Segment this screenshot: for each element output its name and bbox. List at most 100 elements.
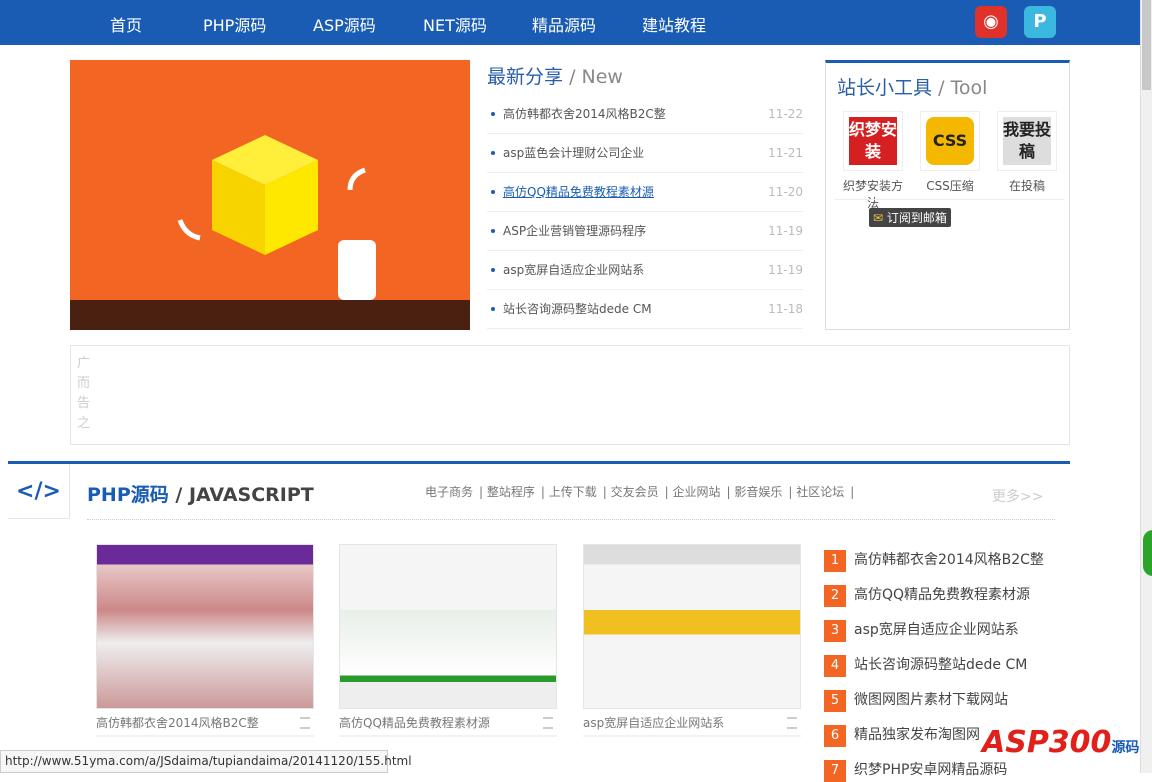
item-title[interactable]: asp宽屏自适应企业网站系 — [503, 251, 644, 290]
list-item[interactable]: ASP企业营销管理源码程序 11-19 — [487, 212, 803, 251]
css-icon: CSS — [926, 117, 974, 165]
item-title[interactable]: 高仿韩都衣舍2014风格B2C整 — [503, 95, 666, 134]
rank-number: 1 — [824, 550, 846, 572]
item-date: 11-21 — [768, 146, 803, 160]
rank-item[interactable]: 7 织梦PHP安卓网精品源码 — [824, 759, 1007, 782]
p-share-icon[interactable]: P — [1024, 6, 1056, 38]
rank-number: 3 — [824, 620, 846, 642]
thumb-card[interactable]: 高仿韩都衣舍2014风格B2C整 — [96, 544, 314, 737]
mail-icon: ✉ — [873, 211, 884, 225]
rank-number: 4 — [824, 655, 846, 677]
thumb-card[interactable]: asp宽屏自适应企业网站系 — [583, 544, 801, 737]
rank-item[interactable]: 4 站长咨询源码整站dede CM — [824, 654, 1027, 677]
thumb-caption[interactable]: 高仿韩都衣舍2014风格B2C整 — [96, 716, 259, 730]
nav-php[interactable]: PHP源码 — [203, 12, 266, 36]
list-item[interactable]: 高仿QQ精品免费教程素材源 11-20 — [487, 173, 803, 212]
section-title[interactable]: PHP源码 / JAVASCRIPT — [87, 480, 314, 507]
nav-premium[interactable]: 精品源码 — [532, 12, 596, 36]
top-nav: 首页 PHP源码 ASP源码 NET源码 精品源码 建站教程 ◉ P — [0, 0, 1140, 45]
nav-home[interactable]: 首页 — [110, 12, 142, 36]
logo-sub: 源码 — [1111, 740, 1140, 756]
title-cn: 站长小工具 — [837, 77, 933, 99]
more-link[interactable]: 更多>> — [992, 486, 1043, 506]
logo-text: ASP300 — [982, 725, 1112, 760]
rank-title[interactable]: 精品独家发布淘图网 — [854, 727, 980, 743]
ad-text: 广而告之 — [77, 356, 91, 431]
thumb-image[interactable] — [583, 544, 801, 709]
tag-link[interactable]: 影音娱乐 — [734, 485, 782, 499]
item-title[interactable]: asp蓝色会计理财公司企业 — [503, 134, 644, 173]
thumb-card[interactable]: 高仿QQ精品免费教程素材源 — [339, 544, 557, 737]
rank-item[interactable]: 1 高仿韩都衣舍2014风格B2C整 — [824, 549, 1044, 572]
rank-title[interactable]: 站长咨询源码整站dede CM — [854, 657, 1027, 673]
rank-number: 6 — [824, 725, 846, 747]
tag-link[interactable]: 上传下载 — [549, 485, 597, 499]
list-icon — [300, 717, 310, 729]
tag-link[interactable]: 企业网站 — [673, 485, 721, 499]
rank-title[interactable]: 高仿韩都衣舍2014风格B2C整 — [854, 552, 1044, 568]
nav-net[interactable]: NET源码 — [423, 12, 487, 36]
item-title[interactable]: 高仿QQ精品免费教程素材源 — [503, 173, 654, 212]
thumb-caption[interactable]: asp宽屏自适应企业网站系 — [583, 716, 724, 730]
tool-title: 站长小工具 / Tool — [837, 73, 987, 100]
item-date: 11-20 — [768, 185, 803, 199]
tag-links: 电子商务 | 整站程序 | 上传下载 | 交友会员 | 企业网站 | 影音娱乐 | 社区论坛… — [425, 485, 855, 499]
item-date: 11-18 — [768, 302, 803, 316]
subscribe-email-button[interactable]: ✉ 订阅到邮箱 — [869, 208, 951, 227]
dede-icon: 织梦安装 — [849, 117, 897, 165]
item-date: 11-19 — [768, 263, 803, 277]
tag-link[interactable]: 电子商务 — [425, 485, 473, 499]
title-en: / JAVASCRIPT — [175, 484, 314, 506]
banner-image[interactable] — [70, 60, 470, 330]
box-hand-illustration — [177, 135, 376, 300]
rank-title[interactable]: asp宽屏自适应企业网站系 — [854, 622, 1019, 638]
tool-submit[interactable]: 我要投稿 在投稿 — [997, 111, 1057, 194]
asp300-logo: ASP300源码 — [982, 725, 1142, 773]
weibo-icon[interactable]: ◉ — [975, 6, 1007, 38]
rank-number: 5 — [824, 690, 846, 712]
tool-label: CSS压缩 — [926, 179, 974, 193]
title-en: / Tool — [938, 77, 988, 99]
rank-item[interactable]: 2 高仿QQ精品免费教程素材源 — [824, 584, 1030, 607]
list-item[interactable]: asp宽屏自适应企业网站系 11-19 — [487, 251, 803, 290]
tag-link[interactable]: 整站程序 — [487, 485, 535, 499]
list-icon — [787, 717, 797, 729]
rank-item[interactable]: 3 asp宽屏自适应企业网站系 — [824, 619, 1019, 642]
nav-tutorial[interactable]: 建站教程 — [642, 12, 706, 36]
floating-widget[interactable] — [1143, 530, 1152, 576]
title-cn: 最新分享 — [487, 66, 564, 88]
title-en: / New — [569, 66, 623, 88]
item-title[interactable]: 站长咨询源码整站dede CM — [503, 290, 652, 329]
ad-box[interactable]: 广而告之 — [70, 345, 1070, 445]
tool-dede-install[interactable]: 织梦安装织梦安装方法 — [843, 111, 903, 211]
list-icon — [543, 717, 553, 729]
submit-icon: 我要投稿 — [1003, 117, 1051, 165]
scrollbar-thumb[interactable] — [1142, 0, 1151, 90]
scrollbar[interactable] — [1140, 0, 1152, 773]
subscribe-label: 订阅到邮箱 — [886, 211, 947, 225]
item-title[interactable]: ASP企业营销管理源码程序 — [503, 212, 646, 251]
tool-label: 在投稿 — [1008, 179, 1045, 193]
tag-link[interactable]: 交友会员 — [611, 485, 659, 499]
list-item[interactable]: 高仿韩都衣舍2014风格B2C整 11-22 — [487, 95, 803, 134]
php-section: </> PHP源码 / JAVASCRIPT 电子商务 | 整站程序 | 上传下载 |… — [8, 461, 1070, 782]
rank-title[interactable]: 微图网图片素材下载网站 — [854, 692, 1008, 708]
status-bar-url: http://www.51yma.com/a/JSdaima/tupiandai… — [0, 750, 412, 773]
thumb-caption[interactable]: 高仿QQ精品免费教程素材源 — [339, 716, 490, 730]
code-icon: </> — [8, 464, 70, 519]
thumb-image[interactable] — [339, 544, 557, 709]
rank-title[interactable]: 高仿QQ精品免费教程素材源 — [854, 587, 1030, 603]
item-date: 11-19 — [768, 224, 803, 238]
rank-item[interactable]: 6 精品独家发布淘图网 — [824, 724, 980, 747]
rank-item[interactable]: 5 微图网图片素材下载网站 — [824, 689, 1008, 712]
tool-label: 织梦安装方法 — [843, 179, 904, 210]
nav-asp[interactable]: ASP源码 — [313, 12, 376, 36]
rank-number: 2 — [824, 585, 846, 607]
tool-box: 站长小工具 / Tool 织梦安装织梦安装方法 CSS CSS压缩 我要投稿在投稿… — [825, 60, 1070, 330]
tool-css-compress[interactable]: CSS CSS压缩 — [920, 111, 980, 194]
list-item[interactable]: 站长咨询源码整站dede CM 11-18 — [487, 290, 803, 329]
title-cn: PHP源码 — [87, 484, 169, 506]
list-item[interactable]: asp蓝色会计理财公司企业 11-21 — [487, 134, 803, 173]
thumb-image[interactable] — [96, 544, 314, 709]
tag-link[interactable]: 社区论坛 — [796, 485, 844, 499]
